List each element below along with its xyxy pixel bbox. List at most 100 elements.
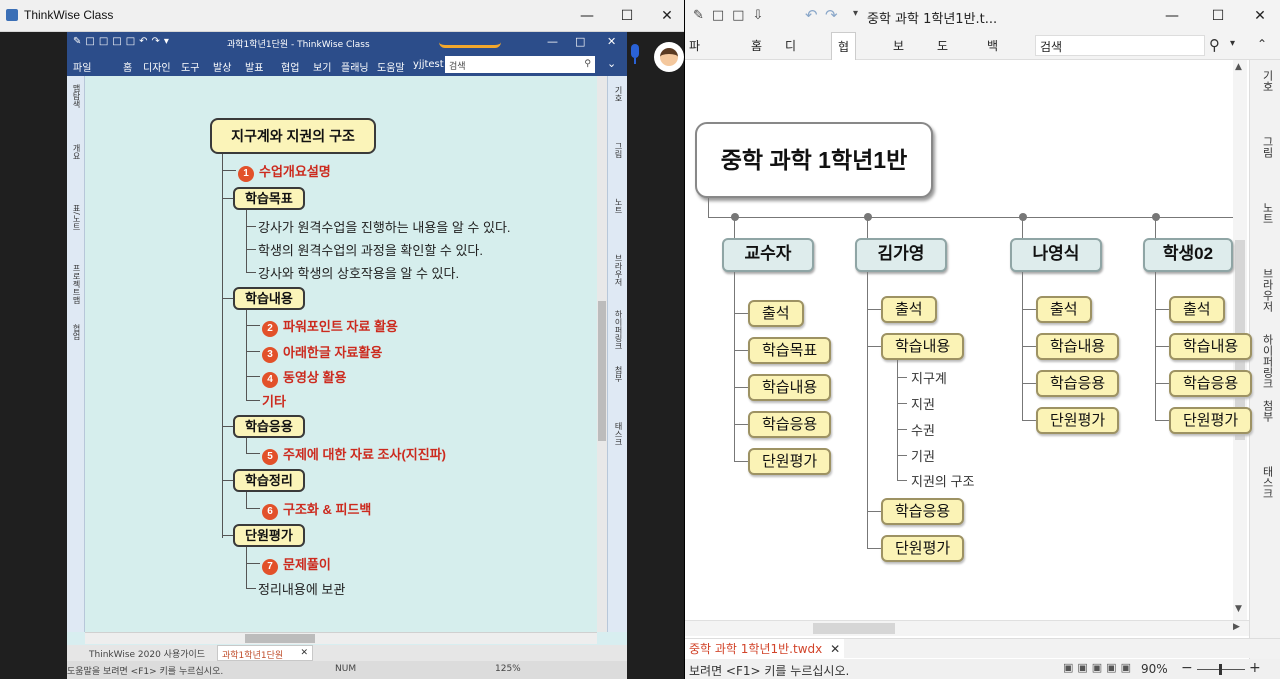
- minimize-button[interactable]: —: [1149, 0, 1195, 32]
- number-badge-icon: 6: [262, 504, 278, 520]
- number-badge-icon: 1: [238, 166, 254, 182]
- topic-label: 문제풀이: [283, 557, 331, 572]
- map-topic[interactable]: 강사와 학생의 상호작용을 알 수 있다.: [258, 263, 459, 282]
- sidebar-item-1[interactable]: 그림: [1259, 136, 1275, 158]
- tab-current-doc[interactable]: 중학 과학 1학년1반.twdx ✕: [685, 639, 845, 658]
- zoom-out-button[interactable]: −: [1181, 660, 1193, 676]
- menu-2[interactable]: 디자인: [779, 32, 802, 109]
- map-topic[interactable]: 2 파워포인트 자료 활용: [262, 316, 398, 337]
- topic-label: 구조화 & 피드백: [283, 502, 372, 517]
- sidebar-item-6[interactable]: 태스크: [1259, 466, 1275, 499]
- menu-4[interactable]: 보기: [887, 32, 910, 81]
- map-node[interactable]: 학습정리: [233, 469, 305, 492]
- right-vertical-scrollbar[interactable]: ▲ ▼: [1233, 60, 1247, 620]
- menu-6[interactable]: 백주희: [981, 32, 1004, 109]
- map-topic[interactable]: 기타: [262, 391, 286, 410]
- right-mindmap-canvas[interactable]: [685, 60, 1249, 620]
- chevron-up-icon[interactable]: ⌃: [1257, 37, 1267, 51]
- close-button[interactable]: ✕: [1237, 0, 1280, 32]
- status-help: 보려면 <F1> 키를 누르십시오.: [689, 664, 850, 678]
- connector-line: [246, 351, 260, 352]
- connector-line: [246, 400, 260, 401]
- left-mindmap: 지구계와 지권의 구조 1 수업개요설명학습목표강사가 원격수업을 진행하는 내용을…: [0, 0, 684, 679]
- map-topic[interactable]: 4 동영상 활용: [262, 367, 346, 388]
- connector-line: [246, 563, 260, 564]
- map-topic[interactable]: 3 아래한글 자료활용: [262, 342, 382, 363]
- right-horizontal-scrollbar[interactable]: ▶: [685, 620, 1249, 636]
- scroll-thumb[interactable]: [1235, 240, 1245, 440]
- connector-line: [246, 272, 256, 273]
- topic-label: 파워포인트 자료 활용: [283, 319, 398, 334]
- topic-label: 수업개요설명: [259, 164, 331, 179]
- number-badge-icon: 5: [262, 449, 278, 465]
- connector-line: [246, 376, 260, 377]
- connector-line: [246, 547, 247, 588]
- number-badge-icon: 4: [262, 372, 278, 388]
- connector-line: [246, 310, 247, 400]
- connector-line: [246, 453, 260, 454]
- topic-label: 동영상 활용: [283, 370, 347, 385]
- number-badge-icon: 7: [262, 559, 278, 575]
- map-node[interactable]: 단원평가: [233, 524, 305, 547]
- right-tabbar: 중학 과학 1학년1반.twdx ✕: [685, 638, 1280, 658]
- topic-label: 주제에 대한 자료 조사(지진파): [283, 447, 447, 462]
- sidebar-item-2[interactable]: 노트: [1259, 202, 1275, 224]
- search-placeholder: 검색: [1040, 40, 1063, 54]
- sidebar-item-3[interactable]: 브라우저: [1259, 268, 1275, 312]
- menu-3[interactable]: 협업: [831, 32, 857, 82]
- close-icon[interactable]: ✕: [830, 642, 840, 656]
- sidebar-item-5[interactable]: 첨부: [1259, 400, 1275, 422]
- map-topic[interactable]: 정리내용에 보관: [258, 579, 345, 598]
- sidebar-item-0[interactable]: 기호: [1259, 70, 1275, 92]
- topic-label: 아래한글 자료활용: [283, 345, 383, 360]
- menu-5[interactable]: 도움말: [931, 32, 954, 109]
- map-root-node[interactable]: 지구계와 지권의 구조: [210, 118, 376, 154]
- zoom-level: 90%: [1141, 662, 1168, 676]
- scroll-right-icon[interactable]: ▶: [1233, 622, 1240, 632]
- map-topic[interactable]: 학생의 원격수업의 과정을 확인할 수 있다.: [258, 240, 483, 259]
- right-statusbar: 보려면 <F1> 키를 누르십시오. ▣▣▣▣▣ 90% − +: [685, 659, 1280, 679]
- map-topic[interactable]: 5 주제에 대한 자료 조사(지진파): [262, 444, 446, 465]
- connector-line: [246, 438, 247, 453]
- scroll-up-icon[interactable]: ▲: [1235, 62, 1242, 72]
- chevron-down-icon[interactable]: ▾: [1230, 38, 1235, 49]
- number-badge-icon: 2: [262, 321, 278, 337]
- connector-line: [246, 588, 256, 589]
- quick-access-icons[interactable]: ✎□□⇩: [693, 8, 771, 23]
- map-topic[interactable]: 7 문제풀이: [262, 554, 331, 575]
- zoom-slider-thumb[interactable]: [1219, 664, 1222, 675]
- map-node[interactable]: 학습응용: [233, 415, 305, 438]
- scroll-down-icon[interactable]: ▼: [1235, 604, 1242, 614]
- connector-line: [246, 508, 260, 509]
- search-icon[interactable]: ⚲: [1209, 36, 1220, 54]
- connector-line: [246, 210, 247, 272]
- redo-icon[interactable]: ↷: [825, 6, 838, 24]
- map-topic[interactable]: 1 수업개요설명: [238, 161, 331, 182]
- zoom-in-button[interactable]: +: [1249, 660, 1261, 676]
- number-badge-icon: 3: [262, 347, 278, 363]
- sidebar-item-4[interactable]: 하이퍼링크: [1259, 334, 1275, 389]
- menu-0[interactable]: 파일: [683, 32, 706, 81]
- maximize-button[interactable]: ☐: [1195, 0, 1241, 32]
- right-window-title: 중학 과학 1학년1반.t...: [867, 12, 998, 27]
- right-titlebar: ✎□□⇩ ↶ ↷ ▾ 중학 과학 1학년1반.t... — ☐ ✕: [685, 0, 1280, 32]
- search-input[interactable]: 검색: [1035, 35, 1205, 56]
- customize-icon[interactable]: ▾: [853, 8, 858, 19]
- map-topic[interactable]: 강사가 원격수업을 진행하는 내용을 알 수 있다.: [258, 217, 511, 236]
- view-mode-icons[interactable]: ▣▣▣▣▣: [1063, 661, 1135, 674]
- connector-line: [222, 170, 236, 171]
- connector-line: [246, 492, 247, 508]
- map-node[interactable]: 학습내용: [233, 287, 305, 310]
- undo-icon[interactable]: ↶: [805, 6, 818, 24]
- right-sidebar: 기호그림노트브라우저하이퍼링크첨부태스크: [1249, 60, 1280, 660]
- right-menubar: 파일 홈 디자인 협업 보기 도움말 백주희 검색 ⚲ ▾ ⌃: [683, 32, 1280, 109]
- topic-label: 기타: [262, 394, 286, 409]
- menu-1[interactable]: 홈: [745, 32, 768, 60]
- map-topic[interactable]: 6 구조화 & 피드백: [262, 499, 371, 520]
- scroll-thumb[interactable]: [813, 623, 895, 634]
- map-node[interactable]: 학습목표: [233, 187, 305, 210]
- connector-line: [246, 249, 256, 250]
- connector-line: [246, 226, 256, 227]
- connector-line: [246, 325, 260, 326]
- zoom-slider[interactable]: [1197, 664, 1245, 675]
